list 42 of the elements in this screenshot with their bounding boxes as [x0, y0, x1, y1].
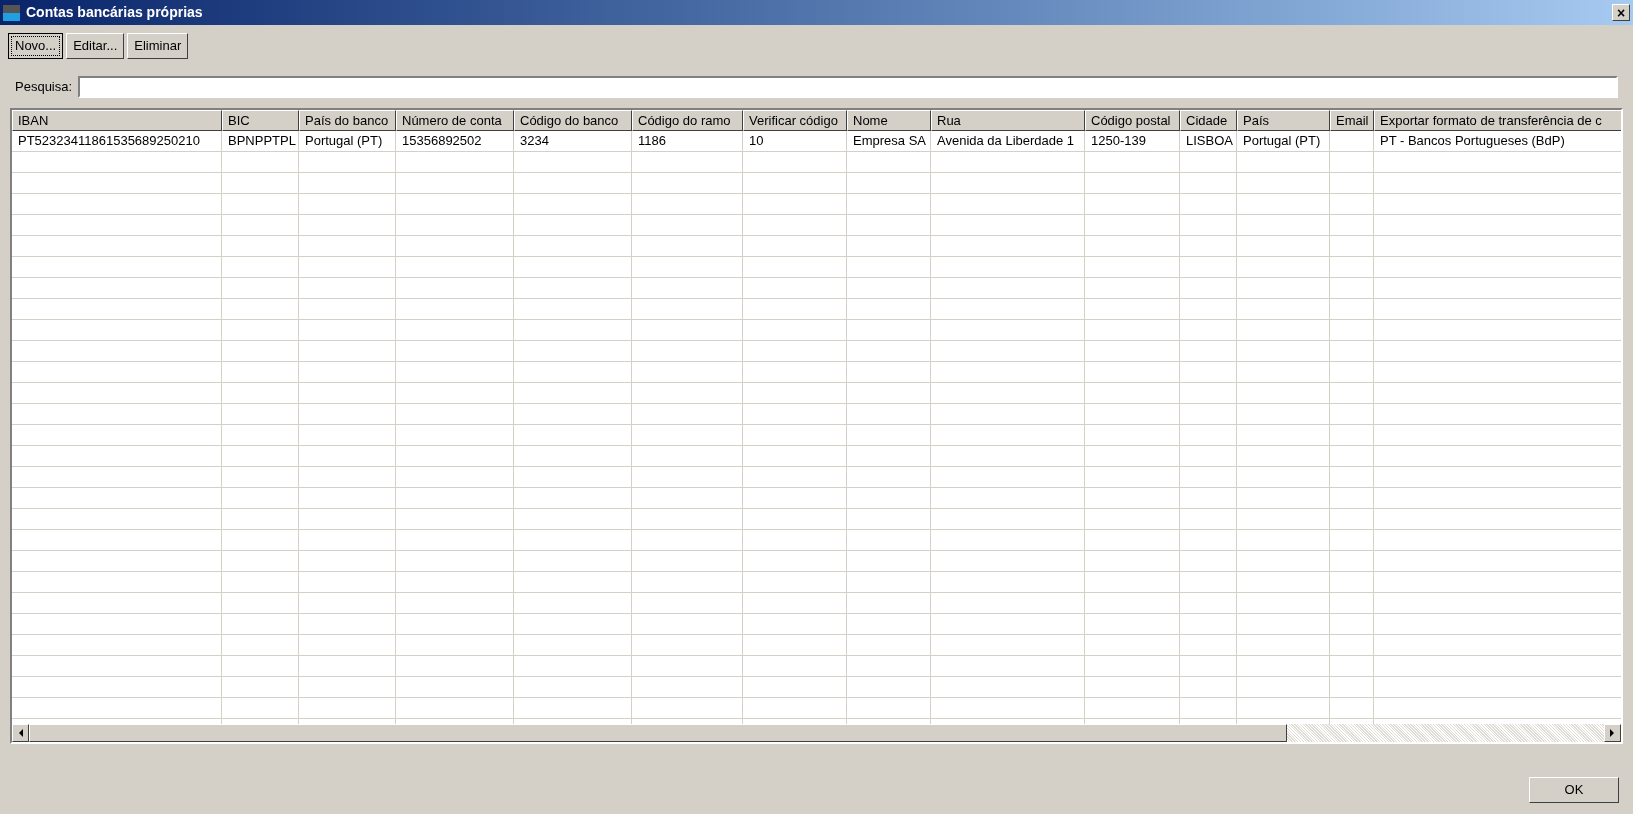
column-header[interactable]: IBAN: [12, 110, 222, 131]
table-cell: PT52323411861535689250210: [18, 133, 200, 148]
column-header[interactable]: País do banco: [299, 110, 396, 131]
table-cell: 10: [749, 133, 764, 148]
column-header[interactable]: Verificar código: [743, 110, 847, 131]
scroll-left-button[interactable]: [12, 724, 29, 742]
right-arrow-icon: [1610, 729, 1615, 737]
table-cell: Avenida da Liberdade 1: [937, 133, 1075, 148]
left-arrow-icon: [18, 729, 23, 737]
column-header[interactable]: Rua: [931, 110, 1085, 131]
table-cell: Empresa SA: [853, 133, 926, 148]
search-label: Pesquisa:: [15, 78, 73, 97]
table-cell: BPNPPTPL: [228, 133, 296, 148]
column-header[interactable]: Exportar formato de transferência de c: [1374, 110, 1621, 131]
table-cell: 1186: [638, 133, 666, 148]
column-header[interactable]: Email: [1330, 110, 1374, 131]
search-field[interactable]: [78, 76, 1618, 98]
window-icon: [3, 4, 20, 21]
toolbar-button[interactable]: Eliminar: [127, 33, 189, 59]
column-header[interactable]: Código do banco: [514, 110, 632, 131]
toolbar-button[interactable]: Editar...: [66, 33, 125, 59]
column-header[interactable]: Número de conta: [396, 110, 514, 131]
table-cell: 1250-139: [1091, 133, 1146, 148]
column-header[interactable]: BIC: [222, 110, 299, 131]
scroll-thumb[interactable]: [29, 724, 1287, 742]
column-header[interactable]: Código do ramo: [632, 110, 743, 131]
ok-button[interactable]: OK: [1529, 777, 1619, 803]
close-button[interactable]: ×: [1612, 4, 1630, 21]
table-cell: Portugal (PT): [1243, 133, 1321, 148]
toolbar-button[interactable]: Novo...: [8, 33, 64, 59]
horizontal-scrollbar[interactable]: [12, 724, 1621, 742]
column-header[interactable]: Nome: [847, 110, 931, 131]
column-header[interactable]: País: [1237, 110, 1330, 131]
table-cell: Portugal (PT): [305, 133, 383, 148]
scroll-right-button[interactable]: [1604, 724, 1621, 742]
table-cell: 3234: [520, 133, 549, 148]
table-cell: LISBOA: [1186, 133, 1233, 148]
column-header[interactable]: Cidade: [1180, 110, 1237, 131]
table-cell: 15356892502: [402, 133, 482, 148]
table-cell: PT - Bancos Portugueses (BdP): [1380, 133, 1565, 148]
column-header[interactable]: Código postal: [1085, 110, 1180, 131]
window-title: Contas bancárias próprias: [26, 3, 204, 22]
